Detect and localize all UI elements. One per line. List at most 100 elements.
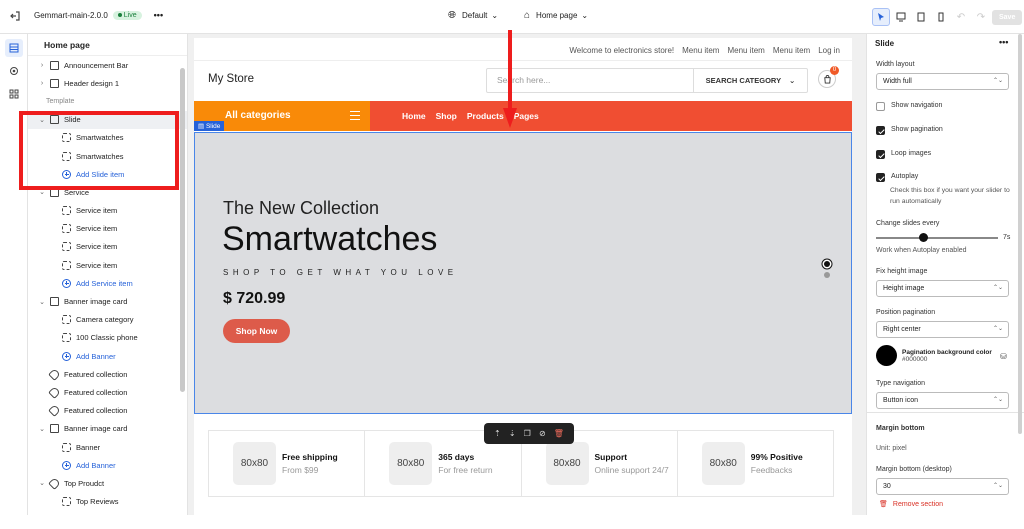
- chevron-icon[interactable]: ›: [38, 62, 46, 69]
- tree-item[interactable]: Top Reviews: [28, 493, 187, 511]
- settings-title: Slide: [875, 39, 895, 48]
- undo-icon[interactable]: ↶: [952, 8, 970, 26]
- tree-item-label: Banner: [76, 442, 101, 452]
- slider-handle[interactable]: [919, 233, 928, 242]
- hide-icon[interactable]: ⊘: [539, 429, 546, 438]
- duplicate-icon[interactable]: ❐: [524, 429, 531, 438]
- page-select[interactable]: ⌂ Home page ⌄: [524, 10, 588, 21]
- color-swatch[interactable]: [876, 345, 897, 366]
- feature-subtitle: For free return: [438, 465, 493, 475]
- tablet-view-button[interactable]: [912, 8, 930, 26]
- autoplay-checkbox[interactable]: Autoplay: [876, 173, 918, 182]
- feature-title: 99% Positive: [750, 452, 803, 462]
- store-logo[interactable]: My Store: [208, 73, 254, 85]
- tree-item[interactable]: Service item: [28, 220, 187, 238]
- language-select[interactable]: 🌐︎ Default ⌄: [448, 10, 498, 21]
- more-options-icon[interactable]: •••: [999, 37, 1008, 47]
- exit-icon[interactable]: [9, 10, 21, 22]
- add-block-button[interactable]: Add Banner: [28, 456, 187, 474]
- loop-images-checkbox[interactable]: Loop images: [876, 150, 931, 159]
- settings-gear-icon[interactable]: [5, 62, 23, 80]
- store-preview: Welcome to electronics store! Menu item Me…: [194, 38, 852, 515]
- tag-icon: [48, 477, 61, 490]
- main-navbar: All categories Home Shop Products Pages: [194, 101, 852, 131]
- chevron-icon[interactable]: ⌄: [38, 479, 46, 487]
- tree-item-label: Banner image card: [64, 297, 128, 307]
- tree-item[interactable]: Service item: [28, 256, 187, 274]
- tree-item[interactable]: Featured collection: [28, 365, 187, 383]
- promo-link[interactable]: Menu item: [773, 46, 810, 55]
- tree-item[interactable]: ⌄ Banner image card: [28, 420, 187, 438]
- mobile-view-button[interactable]: [932, 8, 950, 26]
- tree-item[interactable]: 100 Classic phone: [28, 329, 187, 347]
- search-bar[interactable]: Search here... SEARCH CATEGORY ⌄: [486, 68, 808, 93]
- nav-link[interactable]: Shop: [436, 111, 457, 121]
- tree-group-heading: Template: [28, 92, 187, 110]
- move-down-icon[interactable]: ⇣: [509, 429, 516, 438]
- save-button[interactable]: Save: [992, 10, 1023, 25]
- add-block-button[interactable]: Add Service item: [28, 274, 187, 292]
- type-navigation-select[interactable]: Button icon: [876, 392, 1009, 409]
- shop-now-button[interactable]: Shop Now: [223, 319, 290, 343]
- settings-scrollbar[interactable]: [1018, 34, 1022, 434]
- promo-link[interactable]: Menu item: [682, 46, 719, 55]
- pagination-dot[interactable]: [824, 272, 830, 278]
- settings-panel: Slide ••• Width layout Width full Show n…: [866, 34, 1024, 515]
- move-up-icon[interactable]: ⇡: [494, 429, 501, 438]
- cart-icon[interactable]: 0: [818, 66, 839, 88]
- pagination-color-picker[interactable]: Pagination background color #000000: [876, 345, 992, 366]
- position-pagination-select[interactable]: Right center: [876, 321, 1009, 338]
- sections-icon[interactable]: [5, 39, 23, 57]
- sidebar-scrollbar[interactable]: [180, 68, 185, 392]
- promo-link[interactable]: Menu item: [727, 46, 764, 55]
- change-slides-label: Change slides every: [876, 220, 940, 227]
- apps-icon[interactable]: [5, 85, 23, 103]
- margin-bottom-heading: Margin bottom: [876, 425, 925, 432]
- margin-bottom-desktop-input[interactable]: 30: [876, 478, 1009, 495]
- fix-height-select[interactable]: Height image: [876, 280, 1009, 297]
- tree-item-label: Service item: [76, 206, 118, 216]
- add-block-button[interactable]: Add Banner: [28, 347, 187, 365]
- tree-item[interactable]: Camera category: [28, 311, 187, 329]
- tree-item[interactable]: › Announcement Bar: [28, 56, 187, 74]
- promo-link[interactable]: Log in: [818, 46, 840, 55]
- show-pagination-checkbox[interactable]: Show pagination: [876, 126, 943, 135]
- search-category-select[interactable]: SEARCH CATEGORY ⌄: [694, 69, 807, 92]
- chevron-icon[interactable]: ⌄: [38, 298, 46, 306]
- more-options-button[interactable]: •••: [154, 10, 163, 20]
- width-layout-select[interactable]: Width full: [876, 73, 1009, 90]
- nav-link[interactable]: Products: [467, 111, 504, 121]
- remove-section-button[interactable]: 🗑︎ Remove section: [879, 500, 943, 509]
- show-navigation-checkbox[interactable]: Show navigation: [876, 102, 942, 111]
- database-icon[interactable]: ⛁: [1000, 352, 1007, 361]
- tree-item[interactable]: ⌄ Top Proudct: [28, 474, 187, 492]
- delete-icon[interactable]: 🗑︎: [554, 429, 564, 438]
- search-input[interactable]: Search here...: [487, 69, 694, 92]
- desktop-view-button[interactable]: [892, 8, 910, 26]
- placeholder-image: 80x80: [233, 442, 276, 485]
- tree-item[interactable]: ⌄ Banner image card: [28, 292, 187, 310]
- feature-subtitle: Feedbacks: [750, 465, 793, 475]
- pagination-dot-active[interactable]: [824, 261, 830, 267]
- tree-item[interactable]: Banner: [28, 438, 187, 456]
- tree-item[interactable]: Featured collection: [28, 402, 187, 420]
- nav-link[interactable]: Home: [402, 111, 426, 121]
- nav-link[interactable]: Pages: [514, 111, 539, 121]
- redo-icon[interactable]: ↷: [972, 8, 990, 26]
- tree-item[interactable]: Service item: [28, 238, 187, 256]
- cart-count-badge: 0: [830, 66, 839, 75]
- chevron-icon[interactable]: ›: [38, 80, 46, 87]
- inspect-button[interactable]: [872, 8, 890, 26]
- tree-item[interactable]: › Header design 1: [28, 74, 187, 92]
- tree-item[interactable]: Service item: [28, 202, 187, 220]
- hero-slide[interactable]: The New Collection Smartwatches SHOP TO …: [194, 132, 852, 414]
- section-floating-toolbar: ⇡ ⇣ ❐ ⊘ 🗑︎: [484, 423, 574, 444]
- add-icon: [62, 460, 71, 470]
- change-slides-slider[interactable]: [876, 233, 998, 242]
- welcome-text: Welcome to electronics store!: [569, 46, 675, 55]
- tree-item-label: Service item: [76, 242, 118, 252]
- layout-icon: [50, 60, 59, 70]
- tree-item[interactable]: Featured collection: [28, 383, 187, 401]
- chevron-icon[interactable]: ⌄: [38, 425, 46, 433]
- tree-item-label: Add Banner: [76, 460, 116, 470]
